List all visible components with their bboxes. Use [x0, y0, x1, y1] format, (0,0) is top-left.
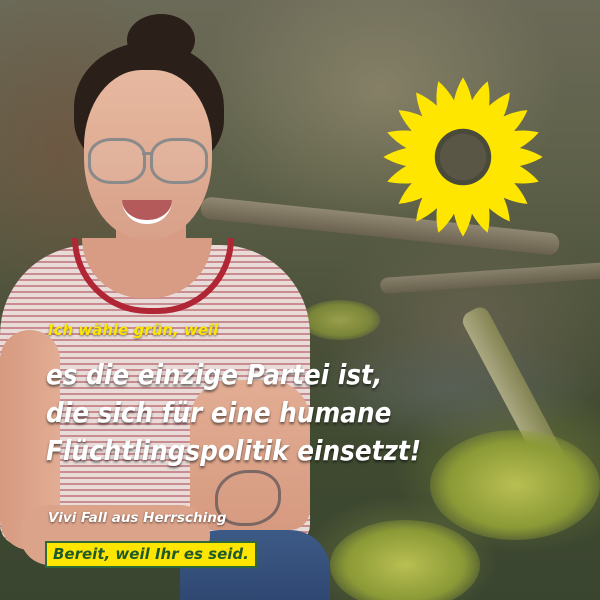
glasses: [88, 138, 208, 184]
glasses-lens-right: [150, 138, 208, 184]
mossy-rock: [330, 520, 480, 600]
headline-line: die sich für eine humane: [46, 397, 392, 429]
headline-line: es die einzige Partei ist,: [46, 359, 383, 391]
headline-line: Flüchtlingspolitik einsetzt!: [46, 435, 422, 467]
headline: es die einzige Partei ist, die sich für …: [46, 356, 514, 470]
hair-bun: [127, 14, 195, 66]
kicker-text: Ich wähle grün, weil: [48, 321, 219, 339]
glasses-lens-left: [88, 138, 146, 184]
sunflower-icon: [383, 77, 543, 237]
campaign-poster: Ich wähle grün, weil es die einzige Part…: [0, 0, 600, 600]
byline: Vivi Fall aus Herrsching: [48, 510, 227, 526]
slogan-badge: Bereit, weil Ihr es seid.: [45, 541, 257, 568]
